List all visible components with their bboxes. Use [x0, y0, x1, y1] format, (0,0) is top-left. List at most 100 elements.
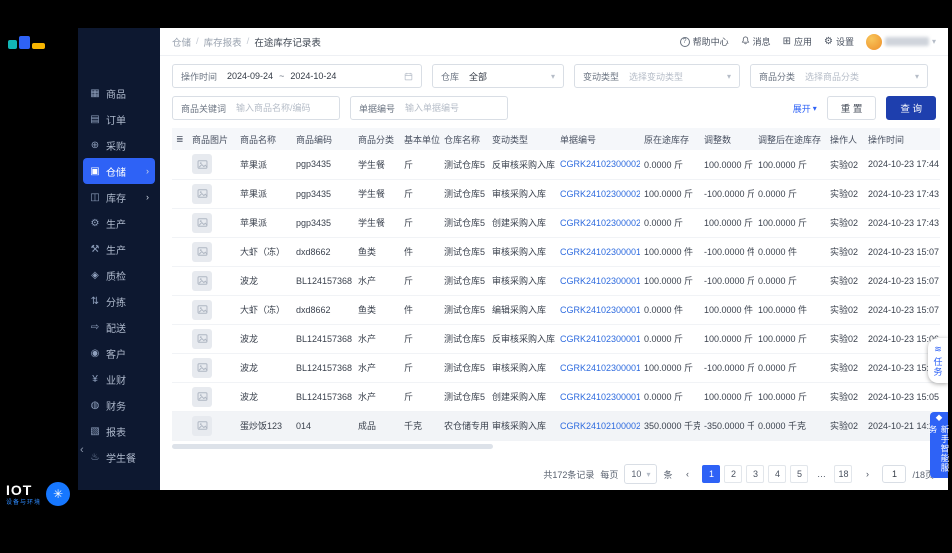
- reset-button[interactable]: 重 置: [826, 96, 877, 120]
- table-row[interactable]: 大虾（冻） dxd8662 鱼类件测试仓库5 编辑采购入库 CGRK2410230000…: [172, 295, 940, 325]
- chevron-right-icon: ›: [146, 192, 149, 202]
- doc-no-input[interactable]: [405, 103, 499, 113]
- operator-cell: 实验02: [826, 150, 864, 180]
- doc-no-cell: CGRK24102300001: [556, 324, 640, 354]
- iot-logo-text: IOT 设备与环境: [6, 483, 41, 506]
- gear-icon: ⚙: [90, 217, 100, 229]
- table-row[interactable]: 波龙 BL124157368 水产斤测试仓库5 审核采购入库 CGRK241023000…: [172, 353, 940, 383]
- sidebar-item-customer[interactable]: ◉ 客户: [83, 340, 155, 366]
- row-gutter-cell: [172, 382, 188, 412]
- page-button[interactable]: 4: [768, 465, 787, 483]
- product-image-cell: [188, 295, 236, 325]
- table-row[interactable]: 波龙 BL124157368 水产斤测试仓库5 审核采购入库 CGRK241023000…: [172, 266, 940, 296]
- assistant-float-button[interactable]: ◆ 新手智能服务: [928, 412, 950, 478]
- doc-no-link[interactable]: CGRK24102300001: [560, 276, 640, 286]
- task-float-button[interactable]: ≋ 任务: [928, 338, 948, 383]
- user-menu[interactable]: ▾: [865, 33, 936, 50]
- table-row[interactable]: 苹果派 pgp3435 学生餐斤测试仓库5 创建采购入库 CGRK24102300002…: [172, 208, 940, 238]
- product-image-placeholder-icon: [192, 183, 212, 204]
- sidebar-item-production-1[interactable]: ⚙ 生产: [83, 210, 155, 236]
- category-filter[interactable]: 商品分类 选择商品分类 ▾: [750, 64, 928, 88]
- search-button[interactable]: 查 询: [886, 96, 936, 120]
- doc-no-link[interactable]: CGRK24102300001: [560, 363, 640, 373]
- page-button[interactable]: 3: [746, 465, 765, 483]
- sidebar-item-delivery[interactable]: ⇨ 配送: [83, 314, 155, 340]
- doc-no-link[interactable]: CGRK24102300001: [560, 305, 640, 315]
- sidebar-item-goods[interactable]: ▦ 商品: [83, 80, 155, 106]
- base-unit-cell: 斤: [400, 150, 440, 180]
- table-row[interactable]: 大虾（冻） dxd8662 鱼类件测试仓库5 审核采购入库 CGRK2410230000…: [172, 237, 940, 267]
- assistant-label: 新手智能服务: [928, 425, 950, 473]
- apps-button[interactable]: ⊞ 应用: [783, 35, 812, 48]
- per-page-select[interactable]: 10 ▾: [624, 464, 658, 484]
- doc-no-link[interactable]: CGRK24102300002: [560, 218, 640, 228]
- sidebar: ▦ 商品 ▤ 订单 ⊕ 采购 ▣ 仓储 › ◫ 库存 › ⚙ 生产 ⚒ 生产 ◈ 质检 ⇅ 分拣 ⇨ 配送 ◉ 客户 ¥ 业财 ◍ 财…: [78, 28, 160, 490]
- before-transit-qty-cell: 100.0000 件: [640, 237, 700, 267]
- product-image-cell: [188, 208, 236, 238]
- doc-no-link[interactable]: CGRK24102300002: [560, 159, 640, 169]
- chevron-down-icon: ▾: [550, 71, 555, 81]
- doc-no-link[interactable]: CGRK24102300001: [560, 334, 640, 344]
- sidebar-item-production-2[interactable]: ⚒ 生产: [83, 236, 155, 262]
- product-name-cell: 苹果派: [236, 179, 292, 209]
- doc-no-link[interactable]: CGRK24102100002: [560, 421, 640, 431]
- breadcrumb-item[interactable]: 仓储: [172, 35, 191, 49]
- sidebar-item-business-finance[interactable]: ¥ 业财: [83, 366, 155, 392]
- product-image-placeholder-icon: [192, 241, 212, 262]
- before-transit-qty-cell: 0.0000 斤: [640, 208, 700, 238]
- sidebar-item-orders[interactable]: ▤ 订单: [83, 106, 155, 132]
- breadcrumb-separator: /: [196, 36, 199, 47]
- per-page-label: 每页: [600, 469, 619, 480]
- sidebar-item-quality-check[interactable]: ◈ 质检: [83, 262, 155, 288]
- expand-toggle[interactable]: 展开 ▾: [793, 102, 817, 115]
- row-gutter-cell: [172, 324, 188, 354]
- sidebar-item-finance[interactable]: ◍ 财务: [83, 392, 155, 418]
- column-header: 商品编码: [292, 128, 354, 150]
- page-jump-input[interactable]: [882, 465, 907, 483]
- table-row[interactable]: 苹果派 pgp3435 学生餐斤测试仓库5 审核采购入库 CGRK24102300002…: [172, 179, 940, 209]
- next-page-button[interactable]: ›: [858, 465, 877, 483]
- breadcrumb-item[interactable]: 库存报表: [204, 35, 242, 49]
- row-gutter-cell: [172, 266, 188, 296]
- column-header: 商品图片: [188, 128, 236, 150]
- after-transit-qty-cell: 0.0000 斤: [754, 353, 826, 383]
- sidebar-collapse-arrow[interactable]: ‹: [80, 444, 84, 456]
- sidebar-item-warehouse[interactable]: ▣ 仓储 ›: [83, 158, 155, 184]
- sidebar-item-student-meal[interactable]: ♨ 学生餐: [83, 444, 155, 470]
- page-button[interactable]: 2: [724, 465, 743, 483]
- table-row[interactable]: 苹果派 pgp3435 学生餐斤测试仓库5 反审核采购入库 CGRK2410230000…: [172, 150, 940, 180]
- sidebar-item-reports[interactable]: ▧ 报表: [83, 418, 155, 444]
- product-name-cell: 大虾（冻）: [236, 237, 292, 267]
- doc-no-link[interactable]: CGRK24102300001: [560, 392, 640, 402]
- sidebar-item-sorting[interactable]: ⇅ 分拣: [83, 288, 155, 314]
- page-button[interactable]: 18: [834, 465, 853, 483]
- table-row[interactable]: 蛋炒饭123 014 成品 千克 农仓储专用 审核采购入库 CGRK24102100002 3…: [172, 411, 940, 441]
- settings-button[interactable]: ⚙ 设置: [824, 35, 854, 48]
- wave-icon: ≋: [934, 344, 942, 354]
- messages-button[interactable]: 消息: [741, 35, 771, 48]
- page-list: 1 2 3 4 5… 18: [702, 465, 853, 483]
- page-button[interactable]: 1: [702, 465, 721, 483]
- product-image-cell: [188, 324, 236, 354]
- date-range-filter[interactable]: 操作时间 2024-09-24 ~ 2024-10-24: [172, 64, 422, 88]
- prev-page-button[interactable]: ‹: [678, 465, 697, 483]
- help-center-button[interactable]: ? 帮助中心: [679, 35, 729, 48]
- horizontal-scrollbar-thumb[interactable]: [172, 443, 493, 449]
- doc-no-cell: CGRK24102300002: [556, 179, 640, 209]
- sidebar-item-inventory[interactable]: ◫ 库存 ›: [83, 184, 155, 210]
- doc-no-link[interactable]: CGRK24102300001: [560, 247, 640, 257]
- chevron-down-icon: ▾: [931, 37, 936, 46]
- keyword-input[interactable]: [236, 103, 331, 113]
- change-type-filter[interactable]: 变动类型 选择变动类型 ▾: [574, 64, 740, 88]
- page-button[interactable]: 5: [790, 465, 809, 483]
- filter-row-2: 商品关键词 单据编号 展开 ▾ 重 置 查 询: [172, 96, 936, 120]
- apps-label: 应用: [793, 37, 812, 47]
- table-row[interactable]: 波龙 BL124157368 水产斤测试仓库5 创建采购入库 CGRK241023000…: [172, 382, 940, 412]
- column-settings-header[interactable]: ≣: [172, 128, 188, 150]
- sidebar-item-purchase[interactable]: ⊕ 采购: [83, 132, 155, 158]
- warehouse-value: 全部: [469, 71, 488, 82]
- doc-no-link[interactable]: CGRK24102300002: [560, 189, 640, 199]
- warehouse-filter[interactable]: 仓库 全部 ▾: [432, 64, 564, 88]
- row-gutter-cell: [172, 179, 188, 209]
- table-row[interactable]: 波龙 BL124157368 水产斤测试仓库5 反审核采购入库 CGRK24102300…: [172, 324, 940, 354]
